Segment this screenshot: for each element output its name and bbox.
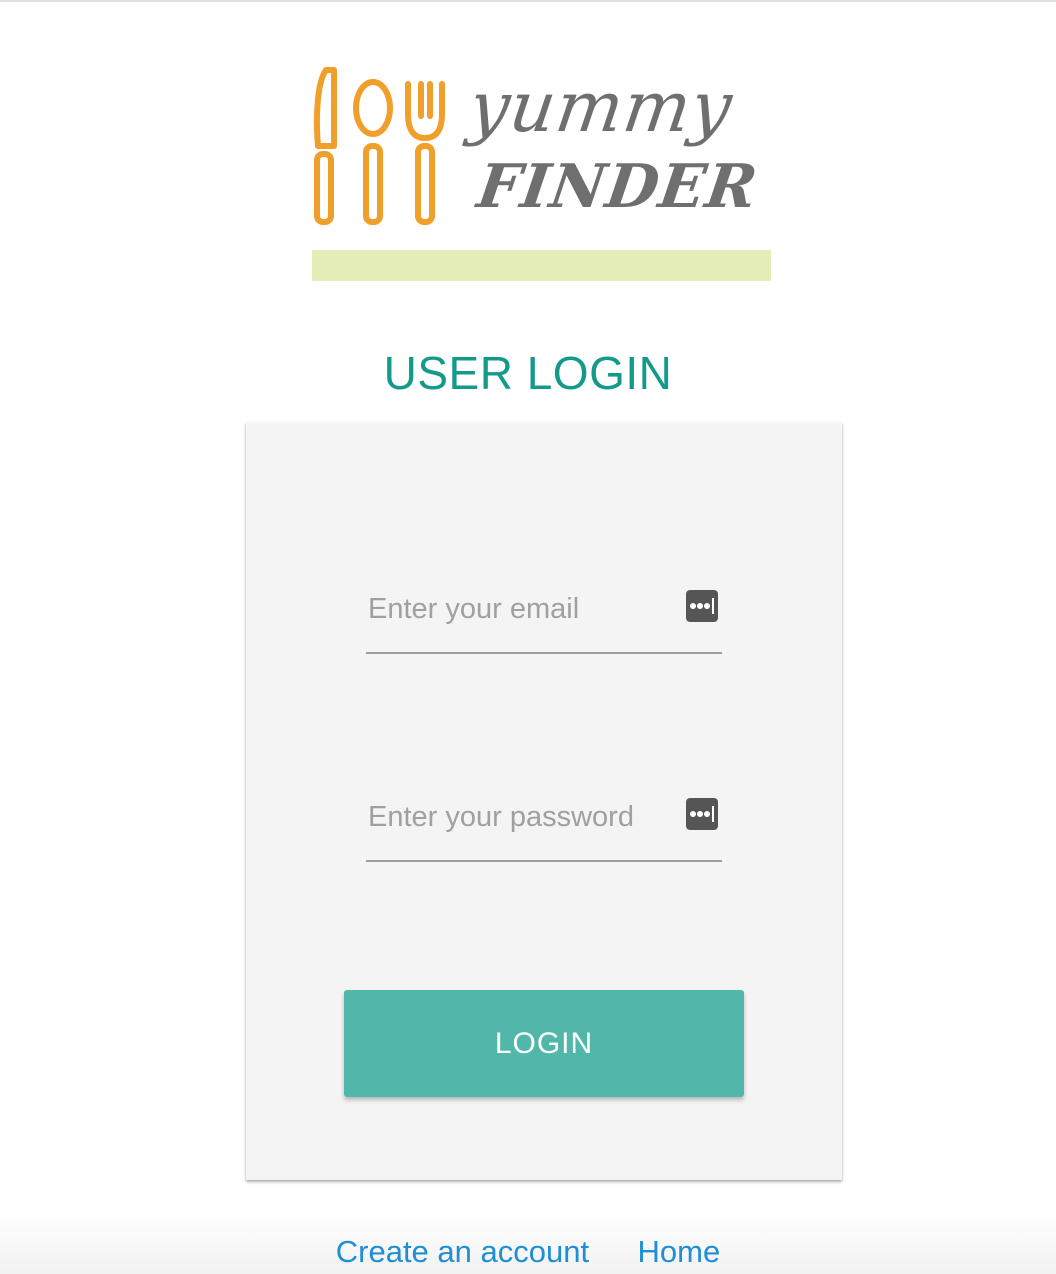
cursor-icon — [712, 806, 714, 822]
email-field — [366, 582, 722, 654]
page-title: USER LOGIN — [383, 347, 673, 399]
dot-icon — [704, 603, 710, 609]
dot-icon — [690, 811, 696, 817]
logo-word-finder: FINDER — [473, 152, 763, 222]
password-manager-key-icon[interactable] — [686, 798, 718, 830]
dot-icon — [690, 603, 696, 609]
password-field — [366, 790, 722, 862]
login-card: LOGIN — [246, 422, 842, 1180]
create-account-link[interactable]: Create an account — [336, 1234, 589, 1270]
home-link[interactable]: Home — [638, 1234, 721, 1270]
logo-word-yummy: yummy — [464, 66, 738, 148]
login-button[interactable]: LOGIN — [344, 990, 744, 1097]
password-input[interactable] — [366, 800, 668, 834]
dot-icon — [704, 811, 710, 817]
footer-links: Create an account Home — [0, 1234, 1056, 1270]
email-input[interactable] — [366, 592, 668, 626]
logo-underline-bar — [312, 250, 771, 281]
utensils-icon — [313, 67, 445, 225]
login-page: yummy FINDER USER LOGIN LOGIN — [0, 0, 1056, 1274]
cursor-icon — [712, 598, 714, 614]
dot-icon — [697, 811, 703, 817]
dot-icon — [697, 603, 703, 609]
password-manager-key-icon[interactable] — [686, 590, 718, 622]
yummy-finder-logo[interactable]: yummy FINDER — [312, 64, 792, 284]
